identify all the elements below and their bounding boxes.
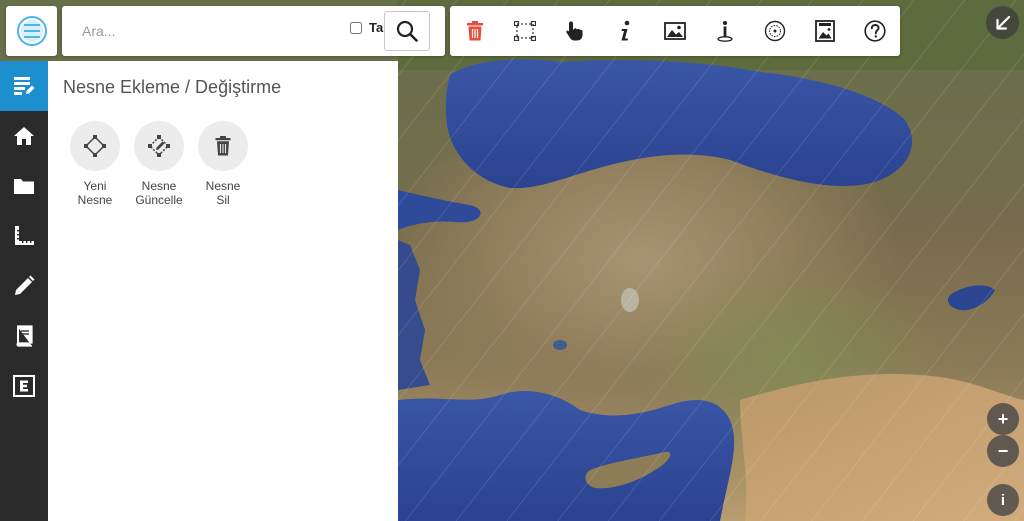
update-feature-label: Nesne Güncelle: [129, 179, 189, 207]
sidebar-item-draw[interactable]: [0, 261, 48, 311]
pan-tool-button[interactable]: [550, 6, 600, 56]
trash-icon: [467, 21, 483, 41]
sidebar-item-book[interactable]: [0, 311, 48, 361]
app-menu-button[interactable]: [6, 6, 57, 56]
new-feature-button[interactable]: Yeni Nesne: [65, 121, 125, 207]
help-icon: [864, 20, 886, 42]
sidebar-item-feature-edit[interactable]: [0, 61, 48, 111]
feature-circle: [134, 121, 184, 171]
polygon-add-icon: [84, 135, 106, 157]
delete-feature-button[interactable]: Nesne Sil: [193, 121, 253, 207]
hand-pointer-icon: [566, 21, 583, 41]
trash-icon: [215, 136, 231, 156]
edit-list-icon: [14, 77, 35, 95]
full-match-checkbox[interactable]: [350, 21, 362, 34]
search-box: Tam: [62, 6, 445, 56]
map-info-button[interactable]: i: [987, 484, 1019, 516]
coordinate-tool-button[interactable]: [750, 6, 800, 56]
location-info-icon: [717, 21, 733, 42]
folder-icon: [14, 179, 34, 194]
info-tool-button[interactable]: [600, 6, 650, 56]
search-button[interactable]: [384, 11, 430, 51]
book-icon: [16, 325, 33, 347]
arrow-down-left-icon: [995, 15, 1010, 30]
search-icon: [396, 20, 418, 42]
feature-circle: [198, 121, 248, 171]
panel-title: Nesne Ekleme / Değiştirme: [63, 77, 282, 97]
app-logo-icon: [16, 16, 47, 46]
help-tool-button[interactable]: [850, 6, 900, 56]
image-tool-button[interactable]: [650, 6, 700, 56]
map-image-icon: [815, 20, 835, 42]
e-square-icon: [13, 375, 35, 397]
delete-feature-label-line1: Nesne: [205, 179, 241, 193]
sidebar-item-home[interactable]: [0, 111, 48, 161]
sidebar: [0, 61, 48, 521]
select-area-icon: [514, 21, 536, 41]
select-area-tool-button[interactable]: [500, 6, 550, 56]
feature-circle: [70, 121, 120, 171]
update-feature-button[interactable]: Nesne Güncelle: [129, 121, 189, 207]
pencil-icon: [15, 275, 35, 295]
feature-edit-panel: Nesne Ekleme / Değiştirme Yeni Nesne Nes…: [48, 61, 398, 521]
image-icon: [664, 22, 686, 40]
collapse-button[interactable]: [986, 6, 1019, 39]
home-icon: [14, 127, 34, 145]
info-icon: [621, 20, 630, 41]
delete-feature-label: Nesne Sil: [193, 179, 253, 207]
update-feature-label-line1: Nesne: [141, 179, 177, 193]
zoom-in-button[interactable]: +: [987, 403, 1019, 435]
sidebar-item-measure[interactable]: [0, 211, 48, 261]
new-feature-label-line1: Yeni: [83, 179, 107, 193]
map-toolbar: [450, 6, 900, 56]
sidebar-item-folder[interactable]: [0, 161, 48, 211]
map-image-tool-button[interactable]: [800, 6, 850, 56]
sidebar-item-e[interactable]: [0, 361, 48, 411]
update-feature-label-line2: Güncelle: [135, 193, 183, 207]
ruler-icon: [15, 226, 34, 245]
coordinate-icon: [764, 20, 786, 42]
zoom-out-button[interactable]: −: [987, 435, 1019, 467]
delete-feature-label-line2: Sil: [216, 193, 230, 207]
location-info-tool-button[interactable]: [700, 6, 750, 56]
delete-tool-button[interactable]: [450, 6, 500, 56]
search-input[interactable]: [72, 18, 332, 44]
new-feature-label-line2: Nesne: [77, 193, 113, 207]
polygon-edit-icon: [148, 135, 170, 157]
new-feature-label: Yeni Nesne: [65, 179, 125, 207]
